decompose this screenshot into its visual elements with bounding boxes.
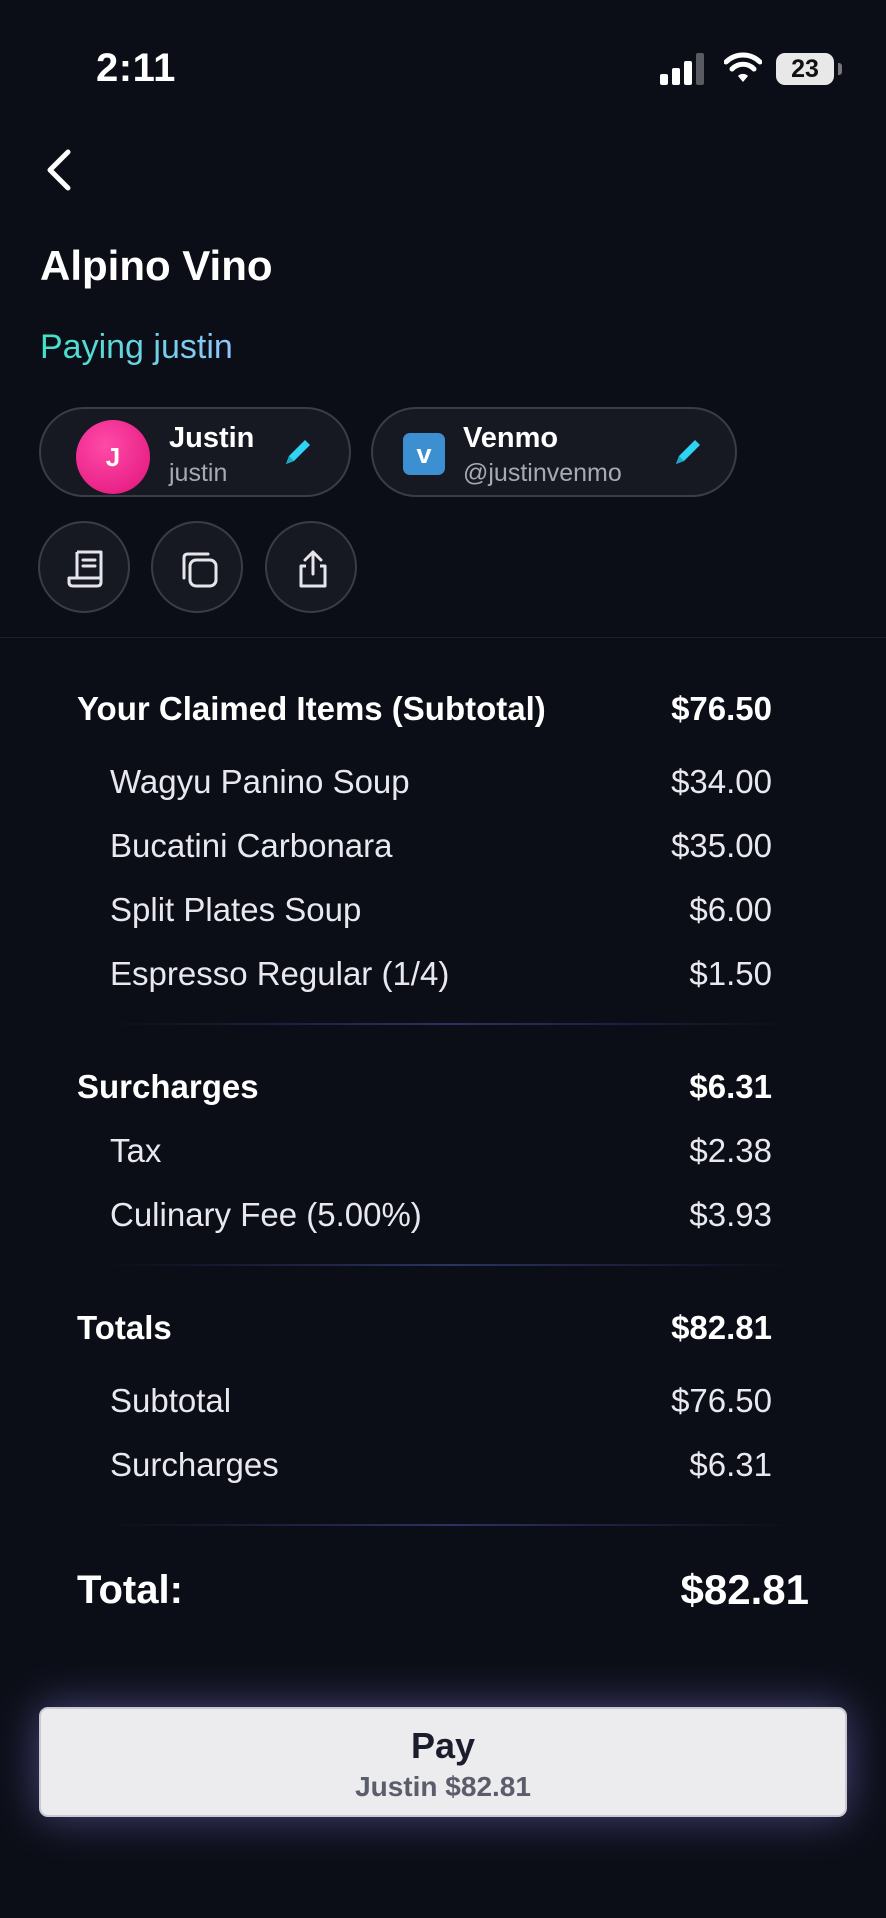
copy-icon	[182, 552, 218, 588]
pay-button-subtitle: Justin $82.81	[355, 1771, 531, 1802]
totals-title: Totals	[77, 1309, 172, 1346]
paying-label: Paying justin	[40, 328, 233, 366]
totals-label: Surcharges	[110, 1446, 279, 1483]
section-divider	[110, 1023, 790, 1025]
pencil-icon[interactable]	[671, 435, 705, 469]
avatar: J	[76, 420, 150, 494]
pencil-icon[interactable]	[281, 435, 315, 469]
share-button[interactable]	[265, 521, 357, 613]
header-divider	[0, 637, 886, 638]
line-item-label: Espresso Regular (1/4)	[110, 955, 450, 992]
pay-button[interactable]: Pay Justin $82.81	[39, 1707, 847, 1817]
grand-total-label: Total:	[77, 1568, 183, 1612]
venmo-logo-icon: v	[403, 433, 445, 475]
totals-line-amount: $76.50	[671, 1382, 772, 1419]
wifi-icon	[724, 52, 762, 82]
line-item-amount: $1.50	[689, 955, 772, 992]
battery-tip	[838, 63, 842, 75]
totals-label: Subtotal	[110, 1382, 232, 1419]
section-divider	[110, 1264, 790, 1266]
cellular-signal-icon	[660, 53, 704, 85]
receipt-icon	[67, 550, 103, 588]
surcharge-amount: $3.93	[689, 1196, 772, 1233]
payment-method-name: Venmo	[463, 422, 559, 454]
battery-indicator: 23	[776, 53, 834, 85]
line-item-label: Split Plates Soup	[110, 891, 362, 928]
payer-name: Justin	[169, 422, 255, 454]
surcharge-label: Tax	[110, 1132, 162, 1169]
payer-handle: justin	[169, 459, 228, 487]
totals-amount: $82.81	[671, 1309, 772, 1346]
surcharges-amount: $6.31	[689, 1068, 772, 1105]
pay-button-label: Pay	[410, 1725, 476, 1766]
line-item-label: Wagyu Panino Soup	[110, 763, 410, 800]
payer-chip[interactable]: J Justin justin	[39, 407, 351, 497]
line-item-amount: $35.00	[671, 827, 772, 864]
claimed-items-amount: $76.50	[671, 690, 772, 727]
surcharge-amount: $2.38	[689, 1132, 772, 1169]
receipt-button[interactable]	[38, 521, 130, 613]
line-item-label: Bucatini Carbonara	[110, 827, 393, 864]
totals-line-amount: $6.31	[689, 1446, 772, 1483]
surcharges-title: Surcharges	[77, 1068, 259, 1105]
line-item-amount: $6.00	[689, 891, 772, 928]
chevron-left-icon[interactable]	[40, 146, 80, 194]
line-item-amount: $34.00	[671, 763, 772, 800]
restaurant-name: Alpino Vino	[40, 242, 273, 289]
share-icon	[299, 550, 327, 588]
payment-method-chip[interactable]: v Venmo @justinvenmo	[371, 407, 737, 497]
surcharge-label: Culinary Fee (5.00%)	[110, 1196, 422, 1233]
status-time: 2:11	[96, 46, 176, 90]
claimed-items-title: Your Claimed Items (Subtotal)	[77, 690, 546, 727]
payment-method-handle: @justinvenmo	[463, 459, 622, 487]
copy-button[interactable]	[151, 521, 243, 613]
section-divider	[110, 1524, 790, 1526]
grand-total-amount: $82.81	[680, 1566, 809, 1613]
